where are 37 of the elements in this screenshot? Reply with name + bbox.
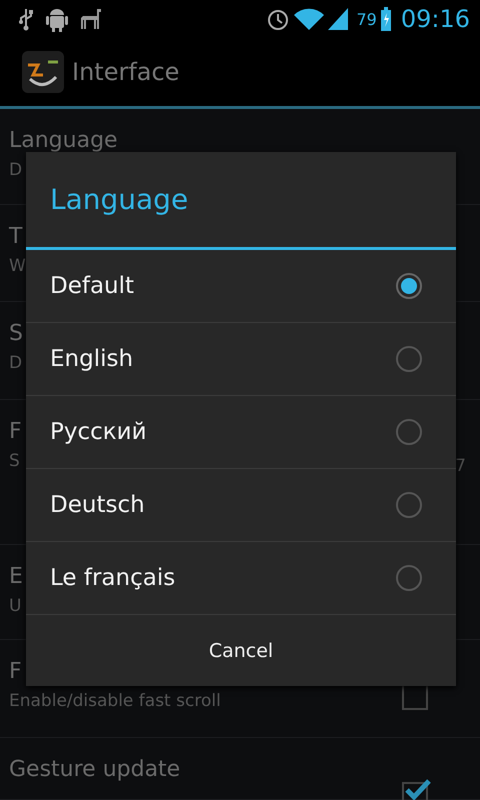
setting-title: F — [9, 658, 22, 686]
language-option[interactable]: Русский — [26, 396, 456, 469]
setting-summary: 7 — [455, 456, 466, 476]
radio-button[interactable] — [396, 565, 422, 591]
setting-summary: W — [9, 255, 26, 277]
radio-button[interactable] — [396, 346, 422, 372]
setting-summary: S — [9, 450, 20, 472]
setting-title: Gesture update — [9, 756, 180, 784]
signal-icon — [328, 8, 348, 30]
llama-icon — [80, 7, 104, 31]
radio-button[interactable] — [396, 419, 422, 445]
language-option[interactable]: English — [26, 323, 456, 396]
setting-title: F — [9, 418, 22, 446]
android-icon — [46, 6, 68, 32]
check-icon — [404, 778, 432, 800]
usb-icon — [18, 7, 34, 31]
setting-title: Language — [9, 127, 118, 155]
screen-title: Interface — [72, 58, 180, 86]
wifi-icon — [294, 8, 324, 30]
radio-button[interactable] — [396, 492, 422, 518]
setting-title: T — [9, 223, 22, 251]
setting-title: E — [9, 563, 23, 591]
cancel-button[interactable]: Cancel — [26, 615, 456, 686]
battery-level-text: 79 — [356, 10, 377, 28]
radio-button[interactable] — [396, 273, 422, 299]
setting-summary: Enable/disable fast scroll — [9, 690, 221, 712]
clock-time: 09:16 — [400, 5, 470, 33]
setting-summary: D — [9, 352, 22, 374]
dialog-title: Language — [49, 182, 190, 218]
language-option[interactable]: Deutsch — [26, 469, 456, 542]
setting-title: S — [9, 320, 23, 348]
setting-summary: U — [9, 595, 22, 617]
app-logo-icon[interactable] — [22, 51, 64, 93]
battery-icon — [380, 7, 391, 31]
setting-summary: D — [9, 159, 22, 181]
language-option[interactable]: Default — [26, 250, 456, 323]
alarm-icon — [266, 7, 290, 31]
